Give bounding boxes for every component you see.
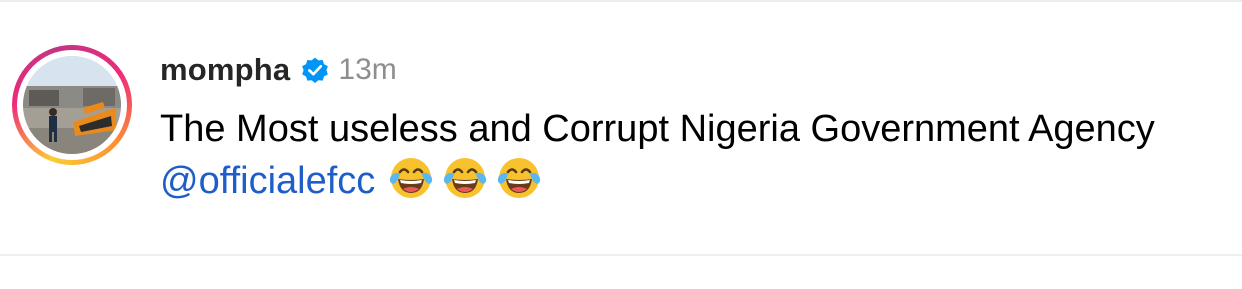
caption-text: The Most useless and Corrupt Nigeria Gov… [160, 104, 1220, 206]
mention-link[interactable]: @officialefcc [160, 160, 375, 202]
face-with-tears-of-joy-icon [444, 158, 487, 198]
username-link[interactable]: mompha [160, 52, 290, 88]
face-with-tears-of-joy-icon [390, 158, 433, 198]
post-header: mompha 13m [160, 50, 397, 90]
post-caption-container: mompha 13m The Most useless and Corrupt … [0, 0, 1242, 289]
bottom-divider [0, 254, 1242, 256]
verified-badge-icon [300, 55, 330, 85]
caption-body: The Most useless and Corrupt Nigeria Gov… [160, 108, 1155, 150]
top-divider [0, 0, 1242, 2]
avatar[interactable] [23, 56, 121, 154]
avatar-story-ring[interactable] [12, 45, 132, 165]
face-with-tears-of-joy-icon [498, 158, 541, 198]
post-timestamp[interactable]: 13m [338, 53, 396, 87]
